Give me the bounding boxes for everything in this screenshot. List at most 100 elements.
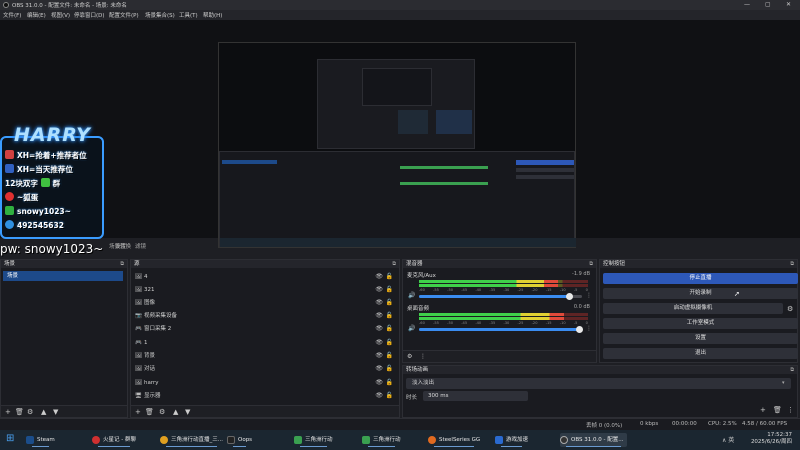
source-item[interactable]: 🖼 图像 👁 🔓	[133, 298, 395, 308]
transition-select[interactable]: 淡入淡出	[406, 378, 791, 389]
mixer-menu-icon[interactable]: ⋮	[420, 353, 426, 360]
start-virtual-camera-button[interactable]: 启动虚拟摄像机	[603, 303, 783, 314]
eye-icon[interactable]: 👁	[375, 272, 383, 282]
menu-view[interactable]: 视图(V)	[51, 11, 70, 19]
scene-filters-button[interactable]: ⚙	[27, 408, 33, 416]
popout-icon[interactable]: ⧉	[589, 260, 593, 268]
menu-tools[interactable]: 工具(T)	[179, 11, 198, 19]
lock-icon[interactable]: 🔓	[386, 285, 393, 295]
lock-icon[interactable]: 🔓	[386, 272, 393, 282]
scenes-header: 场景 ⧉	[1, 260, 127, 268]
lock-icon[interactable]: 🔓	[386, 298, 393, 308]
popout-icon[interactable]: ⧉	[790, 260, 794, 268]
popout-icon[interactable]: ⧉	[392, 260, 396, 268]
taskbar-item[interactable]: 三角洲行动	[362, 433, 401, 447]
source-item[interactable]: 🖼 harry 👁 🔓	[133, 378, 395, 388]
lock-icon[interactable]: 🔓	[386, 378, 393, 388]
move-scene-down-button[interactable]: ▼	[53, 408, 58, 416]
source-item[interactable]: 🎮 1 👁 🔓	[133, 338, 395, 348]
speaker-icon[interactable]: 🔊	[408, 325, 415, 332]
add-transition-button[interactable]: +	[760, 406, 766, 414]
stop-streaming-button[interactable]: 停止直播	[603, 273, 798, 284]
source-properties-button[interactable]: ⚙	[159, 408, 165, 416]
add-source-button[interactable]: +	[135, 408, 141, 416]
scene-item[interactable]: 场景	[3, 271, 123, 281]
lock-icon[interactable]: 🔓	[386, 391, 393, 401]
source-item[interactable]: 🖼 4 👁 🔓	[133, 272, 395, 282]
menu-edit[interactable]: 编辑(E)	[27, 11, 46, 19]
taskbar-item-active[interactable]: OBS 31.0.0 - 配置...	[560, 433, 628, 447]
taskbar-item[interactable]: Steam	[26, 433, 55, 447]
clock[interactable]: 17:52:37 2025/6/26/周四	[751, 432, 792, 446]
menu-profile[interactable]: 配置文件(P)	[109, 11, 139, 19]
volume-knob[interactable]	[575, 326, 583, 333]
preview-canvas[interactable]	[218, 42, 576, 248]
lock-icon[interactable]: 🔓	[386, 351, 393, 361]
source-item[interactable]: 🖼 背景 👁 🔓	[133, 351, 395, 361]
minimize-button[interactable]: —	[744, 1, 750, 8]
move-source-down-button[interactable]: ▼	[185, 408, 190, 416]
taskbar-item[interactable]: 火星记 - 群聊	[92, 433, 136, 447]
menu-scene-collection[interactable]: 场景集合(S)	[145, 11, 175, 19]
channel-menu-icon[interactable]: ⋮	[586, 292, 592, 299]
eye-icon[interactable]: 👁	[375, 311, 383, 321]
source-item[interactable]: 🖼 对话 👁 🔓	[133, 364, 395, 374]
lock-icon[interactable]: 🔓	[386, 338, 393, 348]
eye-icon[interactable]: 👁	[375, 298, 383, 308]
taskbar-item[interactable]: SteelSeries GG	[428, 433, 480, 447]
maximize-button[interactable]: ▢	[765, 1, 771, 8]
tab-settings[interactable]: 设置	[115, 242, 126, 250]
taskbar-item[interactable]: 三角洲行动直播_三...	[160, 433, 223, 447]
start-recording-button[interactable]: 开始录制	[603, 288, 798, 299]
popout-icon[interactable]: ⧉	[790, 366, 794, 374]
source-item[interactable]: 📷 视频采集设备 👁 🔓	[133, 311, 395, 321]
volume-slider[interactable]	[419, 326, 583, 333]
eye-icon[interactable]: 👁	[375, 338, 383, 348]
move-source-up-button[interactable]: ▲	[173, 408, 178, 416]
overlay-line: 492545632	[5, 220, 64, 230]
preview-area[interactable]	[0, 20, 800, 248]
channel-menu-icon[interactable]: ⋮	[586, 325, 592, 332]
settings-button[interactable]: 设置	[603, 333, 798, 344]
mixer-dock: 混音器 ⧉ 麦克风/Aux -1.9 dB -60 -55 -50 -45 -40 -35 -…	[402, 259, 597, 363]
move-scene-up-button[interactable]: ▲	[41, 408, 46, 416]
source-item[interactable]: 🖥 显示器 👁 🔓	[133, 391, 395, 401]
menu-help[interactable]: 帮助(H)	[203, 11, 222, 19]
tab-filters[interactable]: 滤镜	[135, 242, 146, 250]
remove-transition-button[interactable]: 🗑	[773, 406, 782, 414]
sources-header: 源 ⧉	[131, 260, 399, 268]
eye-icon[interactable]: 👁	[375, 364, 383, 374]
add-scene-button[interactable]: +	[5, 408, 11, 416]
eye-icon[interactable]: 👁	[375, 285, 383, 295]
source-item[interactable]: 🖼 321 👁 🔓	[133, 285, 395, 295]
eye-icon[interactable]: 👁	[375, 351, 383, 361]
volume-slider[interactable]	[419, 293, 582, 300]
speaker-icon[interactable]: 🔊	[408, 292, 415, 299]
eye-icon[interactable]: 👁	[375, 324, 383, 334]
menu-docks[interactable]: 停靠窗口(D)	[74, 11, 105, 19]
source-item[interactable]: 🎮 窗口采集 2 👁 🔓	[133, 324, 395, 334]
lock-icon[interactable]: 🔓	[386, 311, 393, 321]
taskbar-item[interactable]: 游戏加速	[495, 433, 528, 447]
exit-button[interactable]: 退出	[603, 348, 798, 359]
windows-start-icon[interactable]: ⊞	[6, 433, 14, 444]
system-tray[interactable]: ∧ 英	[722, 435, 734, 444]
eye-icon[interactable]: 👁	[375, 391, 383, 401]
remove-source-button[interactable]: 🗑	[145, 408, 154, 416]
transition-menu-icon[interactable]: ⋮	[787, 406, 794, 414]
popout-icon[interactable]: ⧉	[120, 260, 124, 268]
remove-scene-button[interactable]: 🗑	[15, 408, 24, 416]
menu-file[interactable]: 文件(F)	[3, 11, 21, 19]
taskbar-item[interactable]: 三角洲行动	[294, 433, 333, 447]
duration-input[interactable]: 300 ms	[423, 391, 528, 401]
taskbar-item[interactable]: Oops	[227, 433, 252, 447]
lock-icon[interactable]: 🔓	[386, 364, 393, 374]
lock-icon[interactable]: 🔓	[386, 324, 393, 334]
eye-icon[interactable]: 👁	[375, 378, 383, 388]
gear-icon[interactable]: ⚙	[787, 305, 793, 313]
volume-knob[interactable]	[565, 293, 573, 300]
studio-mode-button[interactable]: 工作室模式	[603, 318, 798, 329]
tick-label: -45	[461, 321, 468, 325]
close-button[interactable]: ✕	[786, 1, 791, 8]
mixer-settings-icon[interactable]: ⚙	[407, 353, 412, 360]
